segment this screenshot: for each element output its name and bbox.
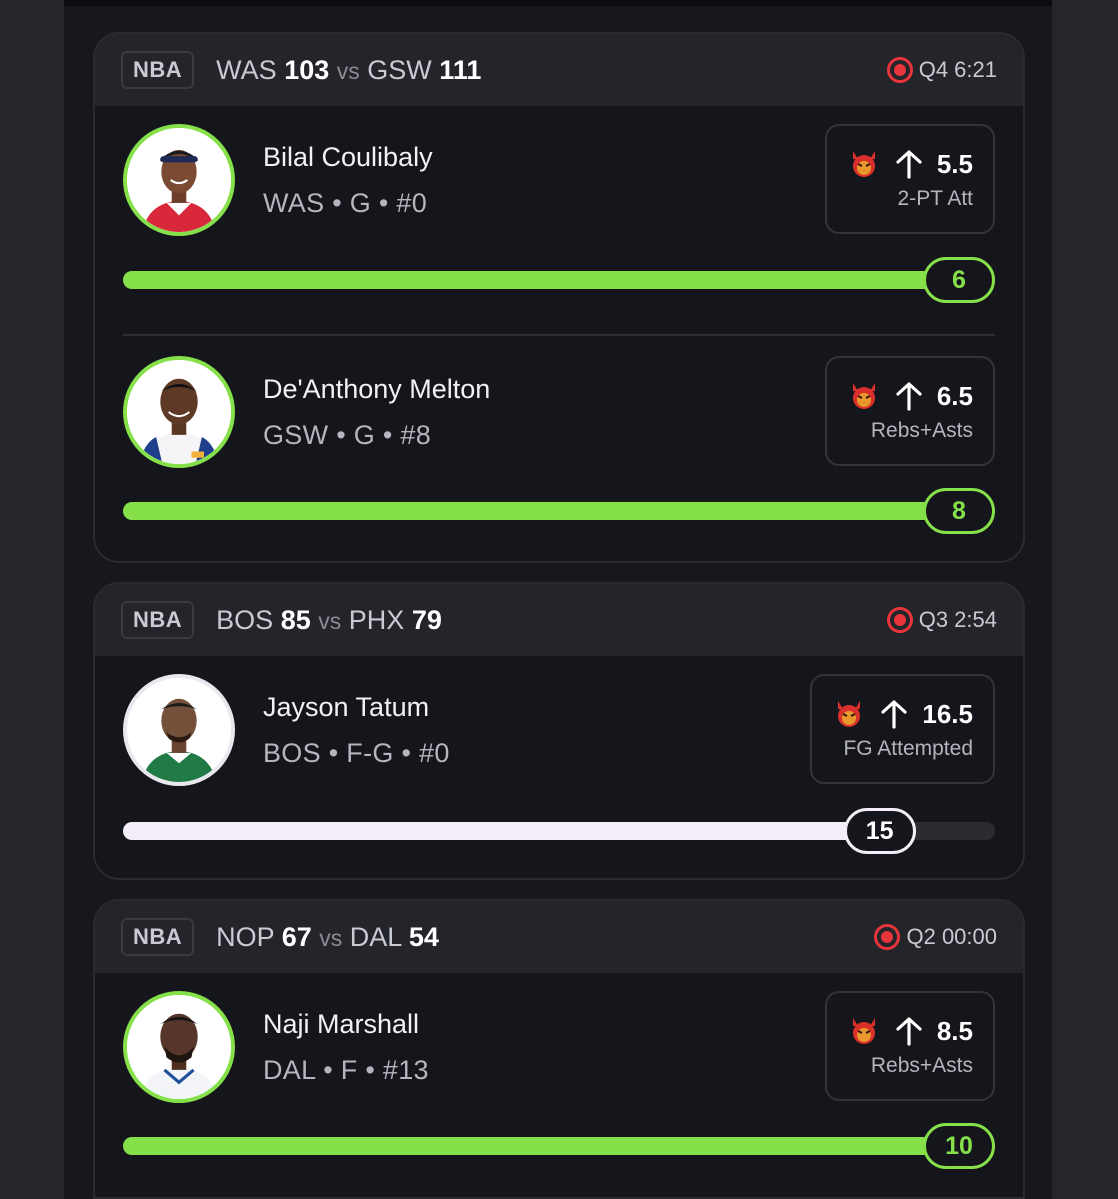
player-avatar (123, 991, 235, 1103)
live-icon (874, 924, 901, 950)
vs-label: vs (336, 57, 360, 84)
game-clock: Q3 2:54 (918, 607, 997, 632)
player-name: Naji Marshall (263, 1009, 420, 1039)
player-name: De'Anthony Melton (263, 374, 491, 404)
player-divider (123, 334, 995, 336)
prop-box[interactable]: 5.5 2-PT Att (824, 124, 995, 234)
league-badge: NBA (121, 918, 195, 956)
game-header: NBA BOS 85 vs PHX 79 Q3 2:54 (95, 584, 1023, 656)
home-score: 79 (411, 604, 442, 635)
progress-fill (123, 822, 916, 840)
player-name: Jayson Tatum (263, 692, 430, 722)
arrow-up-icon (896, 150, 922, 179)
game-status: Q3 2:54 (886, 607, 997, 633)
top-bar (64, 0, 1052, 6)
home-team: DAL (349, 921, 402, 952)
devil-icon (838, 701, 861, 727)
vs-label: vs (318, 607, 342, 634)
home-score: 111 (439, 54, 482, 85)
game-clock: Q2 00:00 (906, 924, 997, 949)
prop-line-value: 8.5 (936, 1015, 973, 1046)
player-meta: DAL • F • #13 (263, 1055, 429, 1085)
matchup: BOS 85 vs PHX 79 (216, 605, 442, 636)
prop-stat-label: FG Attempted (843, 737, 973, 760)
current-stat-badge: 15 (843, 808, 916, 854)
prop-line-value: 6.5 (936, 380, 973, 411)
player-name: Bilal Coulibaly (263, 142, 433, 172)
player-row[interactable]: Jayson Tatum BOS • F-G • #0 16.5 FG Atte… (95, 656, 1023, 878)
vs-label: vs (319, 924, 343, 951)
progress-track: 10 (123, 1123, 995, 1169)
player-avatar (123, 674, 235, 786)
prop-box[interactable]: 6.5 Rebs+Asts (824, 356, 995, 466)
player-headshot-icon (127, 128, 231, 232)
game-card[interactable]: NBA WAS 103 vs GSW 111 Q4 6:21 Bilal Cou… (93, 32, 1025, 563)
game-header: NBA NOP 67 vs DAL 54 Q2 00:00 (95, 901, 1023, 973)
game-card[interactable]: NBA NOP 67 vs DAL 54 Q2 00:00 Naji Marsh… (93, 899, 1025, 1199)
arrow-up-icon (881, 700, 907, 729)
arrow-up-icon (896, 382, 922, 411)
prop-stat-label: 2-PT Att (897, 187, 973, 210)
away-team: NOP (216, 921, 275, 952)
away-score: 67 (281, 921, 312, 952)
home-score: 54 (408, 921, 439, 952)
prop-box[interactable]: 16.5 FG Attempted (810, 674, 995, 784)
devil-icon (852, 151, 875, 177)
league-badge: NBA (121, 51, 195, 89)
player-headshot-icon (127, 995, 231, 1099)
left-margin (0, 0, 64, 1199)
game-status: Q4 6:21 (886, 57, 997, 83)
home-team: PHX (348, 604, 405, 635)
right-margin (1052, 0, 1118, 1199)
progress-fill (123, 502, 995, 520)
away-team: WAS (216, 54, 277, 85)
devil-icon (852, 383, 875, 409)
home-team: GSW (367, 54, 432, 85)
arrow-up-icon (896, 1017, 922, 1046)
progress-track: 8 (123, 488, 995, 534)
progress-track: 15 (123, 808, 995, 854)
prop-stat-label: Rebs+Asts (870, 419, 973, 442)
player-row[interactable]: Naji Marshall DAL • F • #13 8.5 Rebs+Ast… (95, 973, 1023, 1197)
player-headshot-icon (127, 678, 231, 782)
prop-box[interactable]: 8.5 Rebs+Asts (824, 991, 995, 1101)
player-meta: GSW • G • #8 (263, 420, 432, 450)
player-meta: BOS • F-G • #0 (263, 738, 450, 768)
live-icon (886, 57, 913, 83)
player-avatar (123, 124, 235, 236)
league-badge: NBA (121, 601, 195, 639)
devil-icon (852, 1018, 875, 1044)
away-team: BOS (216, 604, 274, 635)
current-stat-badge: 10 (923, 1123, 995, 1169)
player-row[interactable]: De'Anthony Melton GSW • G • #8 6.5 Rebs+… (95, 338, 1023, 561)
progress-fill (123, 271, 995, 289)
matchup: WAS 103 vs GSW 111 (216, 55, 481, 86)
live-icon (886, 607, 913, 633)
current-stat-badge: 8 (923, 488, 995, 534)
prop-line-value: 16.5 (922, 698, 973, 729)
player-avatar (123, 356, 235, 468)
player-headshot-icon (127, 360, 231, 464)
game-header: NBA WAS 103 vs GSW 111 Q4 6:21 (95, 34, 1023, 106)
current-stat-badge: 6 (923, 257, 995, 303)
game-clock: Q4 6:21 (918, 57, 997, 82)
prop-stat-label: Rebs+Asts (870, 1054, 973, 1077)
game-card[interactable]: NBA BOS 85 vs PHX 79 Q3 2:54 Jayson Tatu… (93, 582, 1025, 880)
game-status: Q2 00:00 (874, 924, 997, 950)
matchup: NOP 67 vs DAL 54 (216, 922, 439, 953)
player-row[interactable]: Bilal Coulibaly WAS • G • #0 5.5 2-PT At… (95, 106, 1023, 338)
progress-track: 6 (123, 257, 995, 303)
away-score: 85 (280, 604, 311, 635)
player-meta: WAS • G • #0 (263, 188, 428, 218)
progress-fill (123, 1137, 995, 1155)
away-score: 103 (284, 54, 330, 85)
prop-line-value: 5.5 (936, 148, 973, 179)
